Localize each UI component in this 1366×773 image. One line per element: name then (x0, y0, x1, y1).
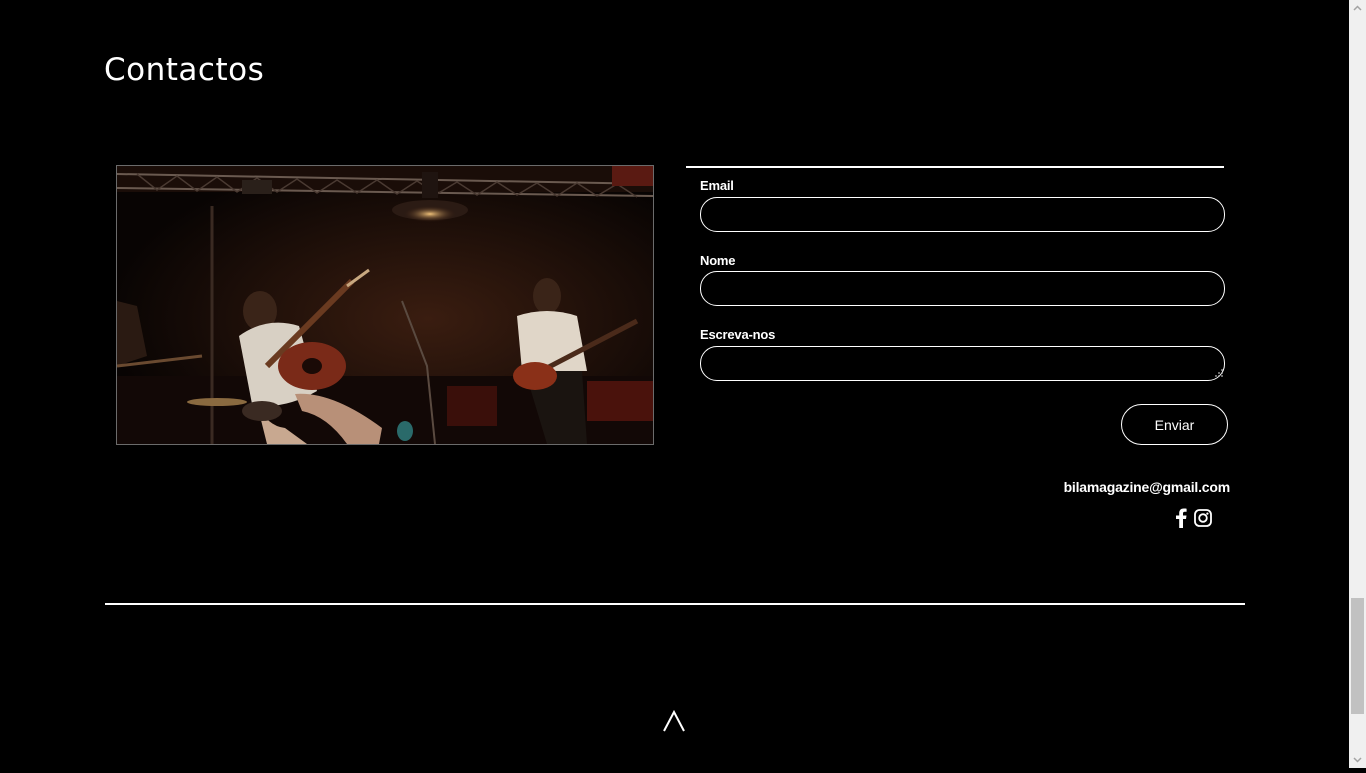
resize-grip-icon[interactable] (1214, 368, 1224, 378)
name-label: Nome (700, 253, 736, 268)
name-field[interactable] (700, 271, 1225, 306)
caret-up-icon[interactable] (660, 708, 688, 734)
scrollbar-thumb[interactable] (1351, 598, 1364, 714)
message-field[interactable] (700, 346, 1225, 381)
vertical-scrollbar[interactable] (1349, 0, 1366, 768)
form-top-divider (686, 166, 1224, 168)
email-field[interactable] (700, 197, 1225, 232)
scroll-down-icon[interactable] (1349, 751, 1366, 768)
social-links (1174, 508, 1212, 528)
contacts-page: Contactos Email Nome Escreva-nos Enviar … (0, 0, 1349, 768)
page-title: Contactos (104, 52, 265, 88)
email-label: Email (700, 178, 734, 193)
contact-email-link[interactable]: bilamagazine@gmail.com (1064, 479, 1231, 495)
facebook-icon[interactable] (1174, 508, 1188, 528)
message-label: Escreva-nos (700, 327, 776, 342)
footer-divider (105, 603, 1245, 605)
send-button[interactable]: Enviar (1121, 404, 1228, 445)
scroll-up-icon[interactable] (1349, 0, 1366, 17)
band-photo (116, 165, 654, 445)
instagram-icon[interactable] (1194, 509, 1212, 527)
